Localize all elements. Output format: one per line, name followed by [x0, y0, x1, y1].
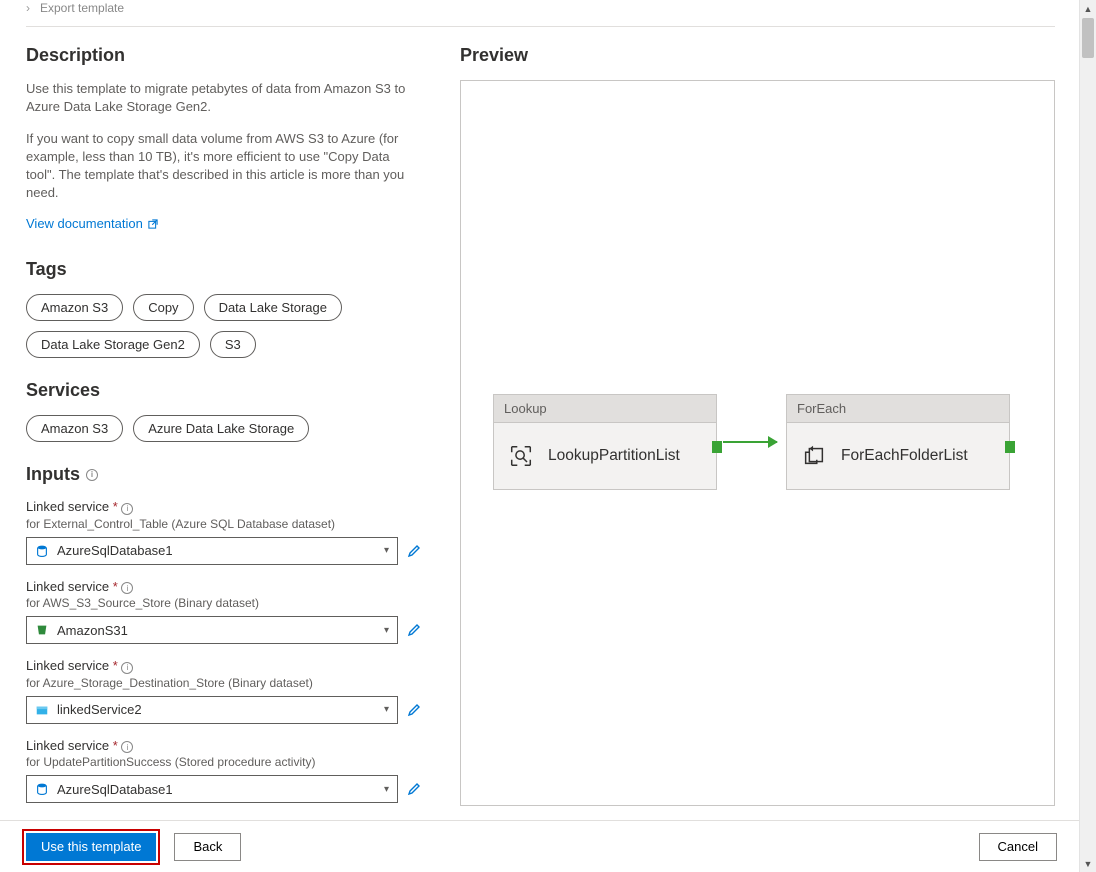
description-text-2: If you want to copy small data volume fr… — [26, 130, 422, 202]
description-heading: Description — [26, 45, 422, 66]
linked-service-sub-3: for Azure_Storage_Destination_Store (Bin… — [26, 676, 422, 690]
preview-canvas[interactable]: Lookup LookupPartitionList — [460, 80, 1055, 806]
use-this-template-button[interactable]: Use this template — [26, 833, 156, 861]
chevron-right-icon: › — [26, 1, 30, 15]
tag-data-lake-storage-gen2[interactable]: Data Lake Storage Gen2 — [26, 331, 200, 358]
service-adls[interactable]: Azure Data Lake Storage — [133, 415, 309, 442]
back-button[interactable]: Back — [174, 833, 241, 861]
linked-service-sub-2: for AWS_S3_Source_Store (Binary dataset) — [26, 596, 422, 610]
description-text-1: Use this template to migrate petabytes o… — [26, 80, 422, 116]
linked-service-label: Linked service * i — [26, 499, 133, 514]
use-template-highlight: Use this template — [22, 829, 160, 865]
linked-service-value-3: linkedService2 — [57, 702, 384, 717]
chevron-down-icon: ▾ — [384, 784, 389, 795]
cancel-button[interactable]: Cancel — [979, 833, 1057, 861]
info-icon[interactable]: i — [121, 741, 133, 753]
chevron-down-icon: ▾ — [384, 545, 389, 556]
linked-service-sub-1: for External_Control_Table (Azure SQL Da… — [26, 517, 422, 531]
tags-heading: Tags — [26, 259, 422, 280]
foreach-icon — [801, 443, 827, 469]
linked-service-select-1[interactable]: AzureSqlDatabase1 ▾ — [26, 537, 398, 565]
sql-database-icon — [35, 782, 49, 796]
service-amazon-s3[interactable]: Amazon S3 — [26, 415, 123, 442]
linked-service-field-4: Linked service * i for UpdatePartitionSu… — [26, 738, 422, 804]
info-icon[interactable]: i — [121, 582, 133, 594]
linked-service-select-3[interactable]: linkedService2 ▾ — [26, 696, 398, 724]
pipeline-node-lookup[interactable]: Lookup LookupPartitionList — [493, 394, 717, 490]
linked-service-label: Linked service * i — [26, 738, 133, 753]
linked-service-value-1: AzureSqlDatabase1 — [57, 543, 384, 558]
pipeline-node-foreach[interactable]: ForEach ForEachFolderList — [786, 394, 1010, 490]
linked-service-field-2: Linked service * i for AWS_S3_Source_Sto… — [26, 579, 422, 645]
node-name-label: ForEachFolderList — [841, 447, 968, 465]
storage-icon — [35, 703, 49, 717]
tag-copy[interactable]: Copy — [133, 294, 193, 321]
scroll-up-button[interactable]: ▲ — [1080, 0, 1096, 17]
view-documentation-label: View documentation — [26, 216, 143, 231]
chevron-down-icon: ▾ — [384, 625, 389, 636]
scroll-thumb[interactable] — [1082, 18, 1094, 58]
edit-icon[interactable] — [406, 702, 422, 718]
linked-service-select-4[interactable]: AzureSqlDatabase1 ▾ — [26, 775, 398, 803]
edit-icon[interactable] — [406, 543, 422, 559]
external-link-icon — [147, 218, 159, 230]
info-icon[interactable]: i — [86, 469, 98, 481]
linked-service-value-2: AmazonS31 — [57, 623, 384, 638]
node-type-label: Lookup — [494, 395, 716, 423]
node-type-label: ForEach — [787, 395, 1009, 423]
footer: Use this template Back Cancel — [0, 820, 1079, 872]
edit-icon[interactable] — [406, 781, 422, 797]
tag-data-lake-storage[interactable]: Data Lake Storage — [204, 294, 342, 321]
chevron-down-icon: ▾ — [384, 704, 389, 715]
info-icon[interactable]: i — [121, 662, 133, 674]
lookup-icon — [508, 443, 534, 469]
linked-service-label: Linked service * i — [26, 658, 133, 673]
breadcrumb-item[interactable]: Export template — [40, 1, 124, 15]
edit-icon[interactable] — [406, 622, 422, 638]
services-heading: Services — [26, 380, 422, 401]
linked-service-label: Linked service * i — [26, 579, 133, 594]
linked-service-value-4: AzureSqlDatabase1 — [57, 782, 384, 797]
pipeline-connector — [723, 441, 777, 443]
sql-database-icon — [35, 544, 49, 558]
node-output-port[interactable] — [712, 441, 722, 453]
linked-service-field-3: Linked service * i for Azure_Storage_Des… — [26, 658, 422, 724]
linked-service-select-2[interactable]: AmazonS31 ▾ — [26, 616, 398, 644]
s3-bucket-icon — [35, 623, 49, 637]
linked-service-field-1: Linked service * i for External_Control_… — [26, 499, 422, 565]
divider — [26, 26, 1055, 27]
view-documentation-link[interactable]: View documentation — [26, 216, 159, 231]
node-output-port[interactable] — [1005, 441, 1015, 453]
linked-service-sub-4: for UpdatePartitionSuccess (Stored proce… — [26, 755, 422, 769]
preview-heading: Preview — [460, 45, 1055, 66]
breadcrumb: › Export template — [26, 0, 1055, 16]
inputs-heading: Inputs — [26, 464, 80, 485]
tag-amazon-s3[interactable]: Amazon S3 — [26, 294, 123, 321]
vertical-scrollbar[interactable]: ▲ ▼ — [1079, 0, 1096, 872]
node-name-label: LookupPartitionList — [548, 447, 680, 465]
tag-s3[interactable]: S3 — [210, 331, 256, 358]
scroll-down-button[interactable]: ▼ — [1080, 855, 1096, 872]
info-icon[interactable]: i — [121, 503, 133, 515]
